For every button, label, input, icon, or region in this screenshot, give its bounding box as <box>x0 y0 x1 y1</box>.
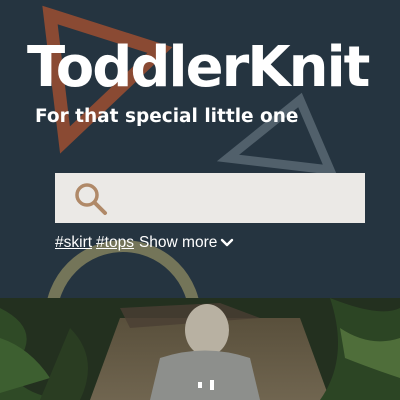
chevron-down-icon <box>221 238 234 247</box>
tag-tops[interactable]: #tops <box>96 234 134 252</box>
brand-title: ToddlerKnit <box>27 35 370 100</box>
brand-tagline: For that special little one <box>35 106 299 127</box>
search-input[interactable] <box>115 173 359 225</box>
show-more-button[interactable]: Show more <box>139 234 234 252</box>
tag-skirt[interactable]: #skirt <box>55 234 92 252</box>
product-photo <box>0 298 400 400</box>
hero-banner: ToddlerKnit For that special little one … <box>0 0 400 298</box>
search-icon[interactable] <box>73 181 109 217</box>
show-more-label: Show more <box>138 234 218 251</box>
decorative-circle-olive <box>47 240 199 298</box>
tag-links: #skirt #tops Show more <box>55 234 234 252</box>
photo-illustration <box>0 298 400 400</box>
